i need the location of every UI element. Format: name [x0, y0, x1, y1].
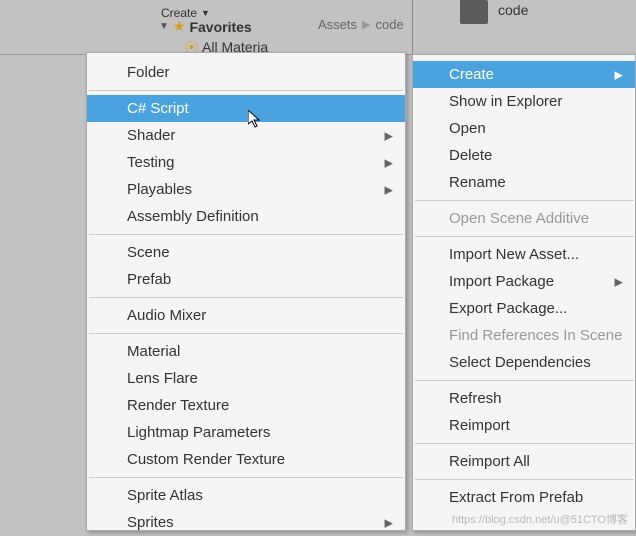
menu-item-label: Import New Asset... [449, 246, 579, 263]
menu-item-label: Shader [127, 127, 175, 144]
create-submenu-item-sprites[interactable]: Sprites ▶ [87, 509, 405, 536]
main-menu-item-import-new-asset[interactable]: Import New Asset... [413, 241, 635, 268]
main-menu-item-find-references-in-scene: Find References In Scene [413, 322, 635, 349]
menu-item-label: Lightmap Parameters [127, 424, 270, 441]
menu-item-label: Scene [127, 244, 170, 261]
menu-item-label: Import Package [449, 273, 554, 290]
create-submenu-item-audio-mixer[interactable]: Audio Mixer [87, 302, 405, 329]
create-submenu-item-folder[interactable]: Folder [87, 59, 405, 86]
folder-icon[interactable] [460, 0, 488, 24]
menu-item-label: Render Texture [127, 397, 229, 414]
main-menu-item-show-in-explorer[interactable]: Show in Explorer [413, 88, 635, 115]
main-menu-item-refresh[interactable]: Refresh [413, 385, 635, 412]
menu-item-label: Delete [449, 147, 492, 164]
menu-separator [415, 443, 633, 444]
menu-separator [415, 200, 633, 201]
submenu-arrow-icon: ▶ [385, 183, 393, 196]
star-icon: ★ [173, 18, 186, 35]
menu-item-label: Create [449, 66, 494, 83]
main-menu-item-select-dependencies[interactable]: Select Dependencies [413, 349, 635, 376]
main-menu-item-import-package[interactable]: Import Package ▶ [413, 268, 635, 295]
menu-separator [89, 477, 403, 478]
panel-divider [412, 0, 413, 55]
create-submenu-item-render-texture[interactable]: Render Texture [87, 392, 405, 419]
expand-triangle-icon: ▼ [159, 21, 169, 32]
menu-item-label: Playables [127, 181, 192, 198]
menu-item-label: C# Script [127, 100, 189, 117]
menu-item-label: Select Dependencies [449, 354, 591, 371]
menu-item-label: Assembly Definition [127, 208, 259, 225]
menu-item-label: Open [449, 120, 486, 137]
submenu-arrow-icon: ▶ [385, 516, 393, 529]
menu-separator [415, 380, 633, 381]
create-submenu-item-lens-flare[interactable]: Lens Flare [87, 365, 405, 392]
submenu-arrow-icon: ▶ [385, 156, 393, 169]
context-menu-main: Create ▶ Show in Explorer Open Delete Rename O… [412, 54, 636, 531]
menu-item-label: Extract From Prefab [449, 489, 583, 506]
breadcrumb: Assets ▶ code [318, 17, 404, 32]
folder-label: code [498, 2, 528, 18]
main-menu-item-open-scene-additive: Open Scene Additive [413, 205, 635, 232]
favorites-row[interactable]: ▼ ★ Favorites [153, 15, 258, 38]
main-menu-item-extract-from-prefab[interactable]: Extract From Prefab [413, 484, 635, 511]
create-submenu-item-material[interactable]: Material [87, 338, 405, 365]
chevron-right-icon: ▶ [362, 18, 370, 31]
menu-item-label: Audio Mixer [127, 307, 206, 324]
menu-item-label: Sprite Atlas [127, 487, 203, 504]
menu-item-label: Prefab [127, 271, 171, 288]
menu-item-label: Testing [127, 154, 175, 171]
menu-separator [415, 479, 633, 480]
context-menu-create-submenu: Folder C# Script Shader ▶ Testing ▶ Playables ▶… [86, 52, 406, 531]
menu-item-label: Show in Explorer [449, 93, 562, 110]
menu-item-label: Reimport [449, 417, 510, 434]
menu-separator [89, 234, 403, 235]
menu-item-label: Find References In Scene [449, 327, 622, 344]
menu-item-label: Material [127, 343, 180, 360]
menu-item-label: Sprites [127, 514, 174, 531]
menu-item-label: Custom Render Texture [127, 451, 285, 468]
watermark: https://blog.csdn.net/u@51CTO博客 [452, 511, 628, 527]
submenu-arrow-icon: ▶ [615, 68, 623, 81]
create-submenu-item-assembly-definition[interactable]: Assembly Definition [87, 203, 405, 230]
main-menu-item-create[interactable]: Create ▶ [413, 61, 635, 88]
menu-item-label: Lens Flare [127, 370, 198, 387]
create-submenu-item-lightmap-parameters[interactable]: Lightmap Parameters [87, 419, 405, 446]
main-menu-item-rename[interactable]: Rename [413, 169, 635, 196]
top-bar: Create ▼ ▼ ★ Favorites ⦿ All Materia Ass… [0, 0, 636, 55]
create-submenu-item-c-script[interactable]: C# Script [87, 95, 405, 122]
breadcrumb-current[interactable]: code [375, 17, 403, 32]
favorites-label: Favorites [189, 19, 251, 35]
submenu-arrow-icon: ▶ [615, 275, 623, 288]
menu-separator [89, 297, 403, 298]
main-menu-item-export-package[interactable]: Export Package... [413, 295, 635, 322]
main-menu-item-reimport-all[interactable]: Reimport All [413, 448, 635, 475]
menu-separator [89, 90, 403, 91]
create-submenu-item-shader[interactable]: Shader ▶ [87, 122, 405, 149]
create-submenu-item-scene[interactable]: Scene [87, 239, 405, 266]
create-submenu-item-testing[interactable]: Testing ▶ [87, 149, 405, 176]
menu-separator [89, 333, 403, 334]
main-menu-item-reimport[interactable]: Reimport [413, 412, 635, 439]
main-menu-item-open[interactable]: Open [413, 115, 635, 142]
menu-item-label: Open Scene Additive [449, 210, 589, 227]
create-submenu-item-playables[interactable]: Playables ▶ [87, 176, 405, 203]
menu-separator [415, 236, 633, 237]
create-submenu-item-custom-render-texture[interactable]: Custom Render Texture [87, 446, 405, 473]
breadcrumb-root[interactable]: Assets [318, 17, 357, 32]
create-submenu-item-sprite-atlas[interactable]: Sprite Atlas [87, 482, 405, 509]
menu-item-label: Reimport All [449, 453, 530, 470]
submenu-arrow-icon: ▶ [385, 129, 393, 142]
menu-item-label: Export Package... [449, 300, 567, 317]
menu-item-label: Folder [127, 64, 170, 81]
menu-item-label: Refresh [449, 390, 502, 407]
main-menu-item-delete[interactable]: Delete [413, 142, 635, 169]
create-submenu-item-prefab[interactable]: Prefab [87, 266, 405, 293]
menu-item-label: Rename [449, 174, 506, 191]
